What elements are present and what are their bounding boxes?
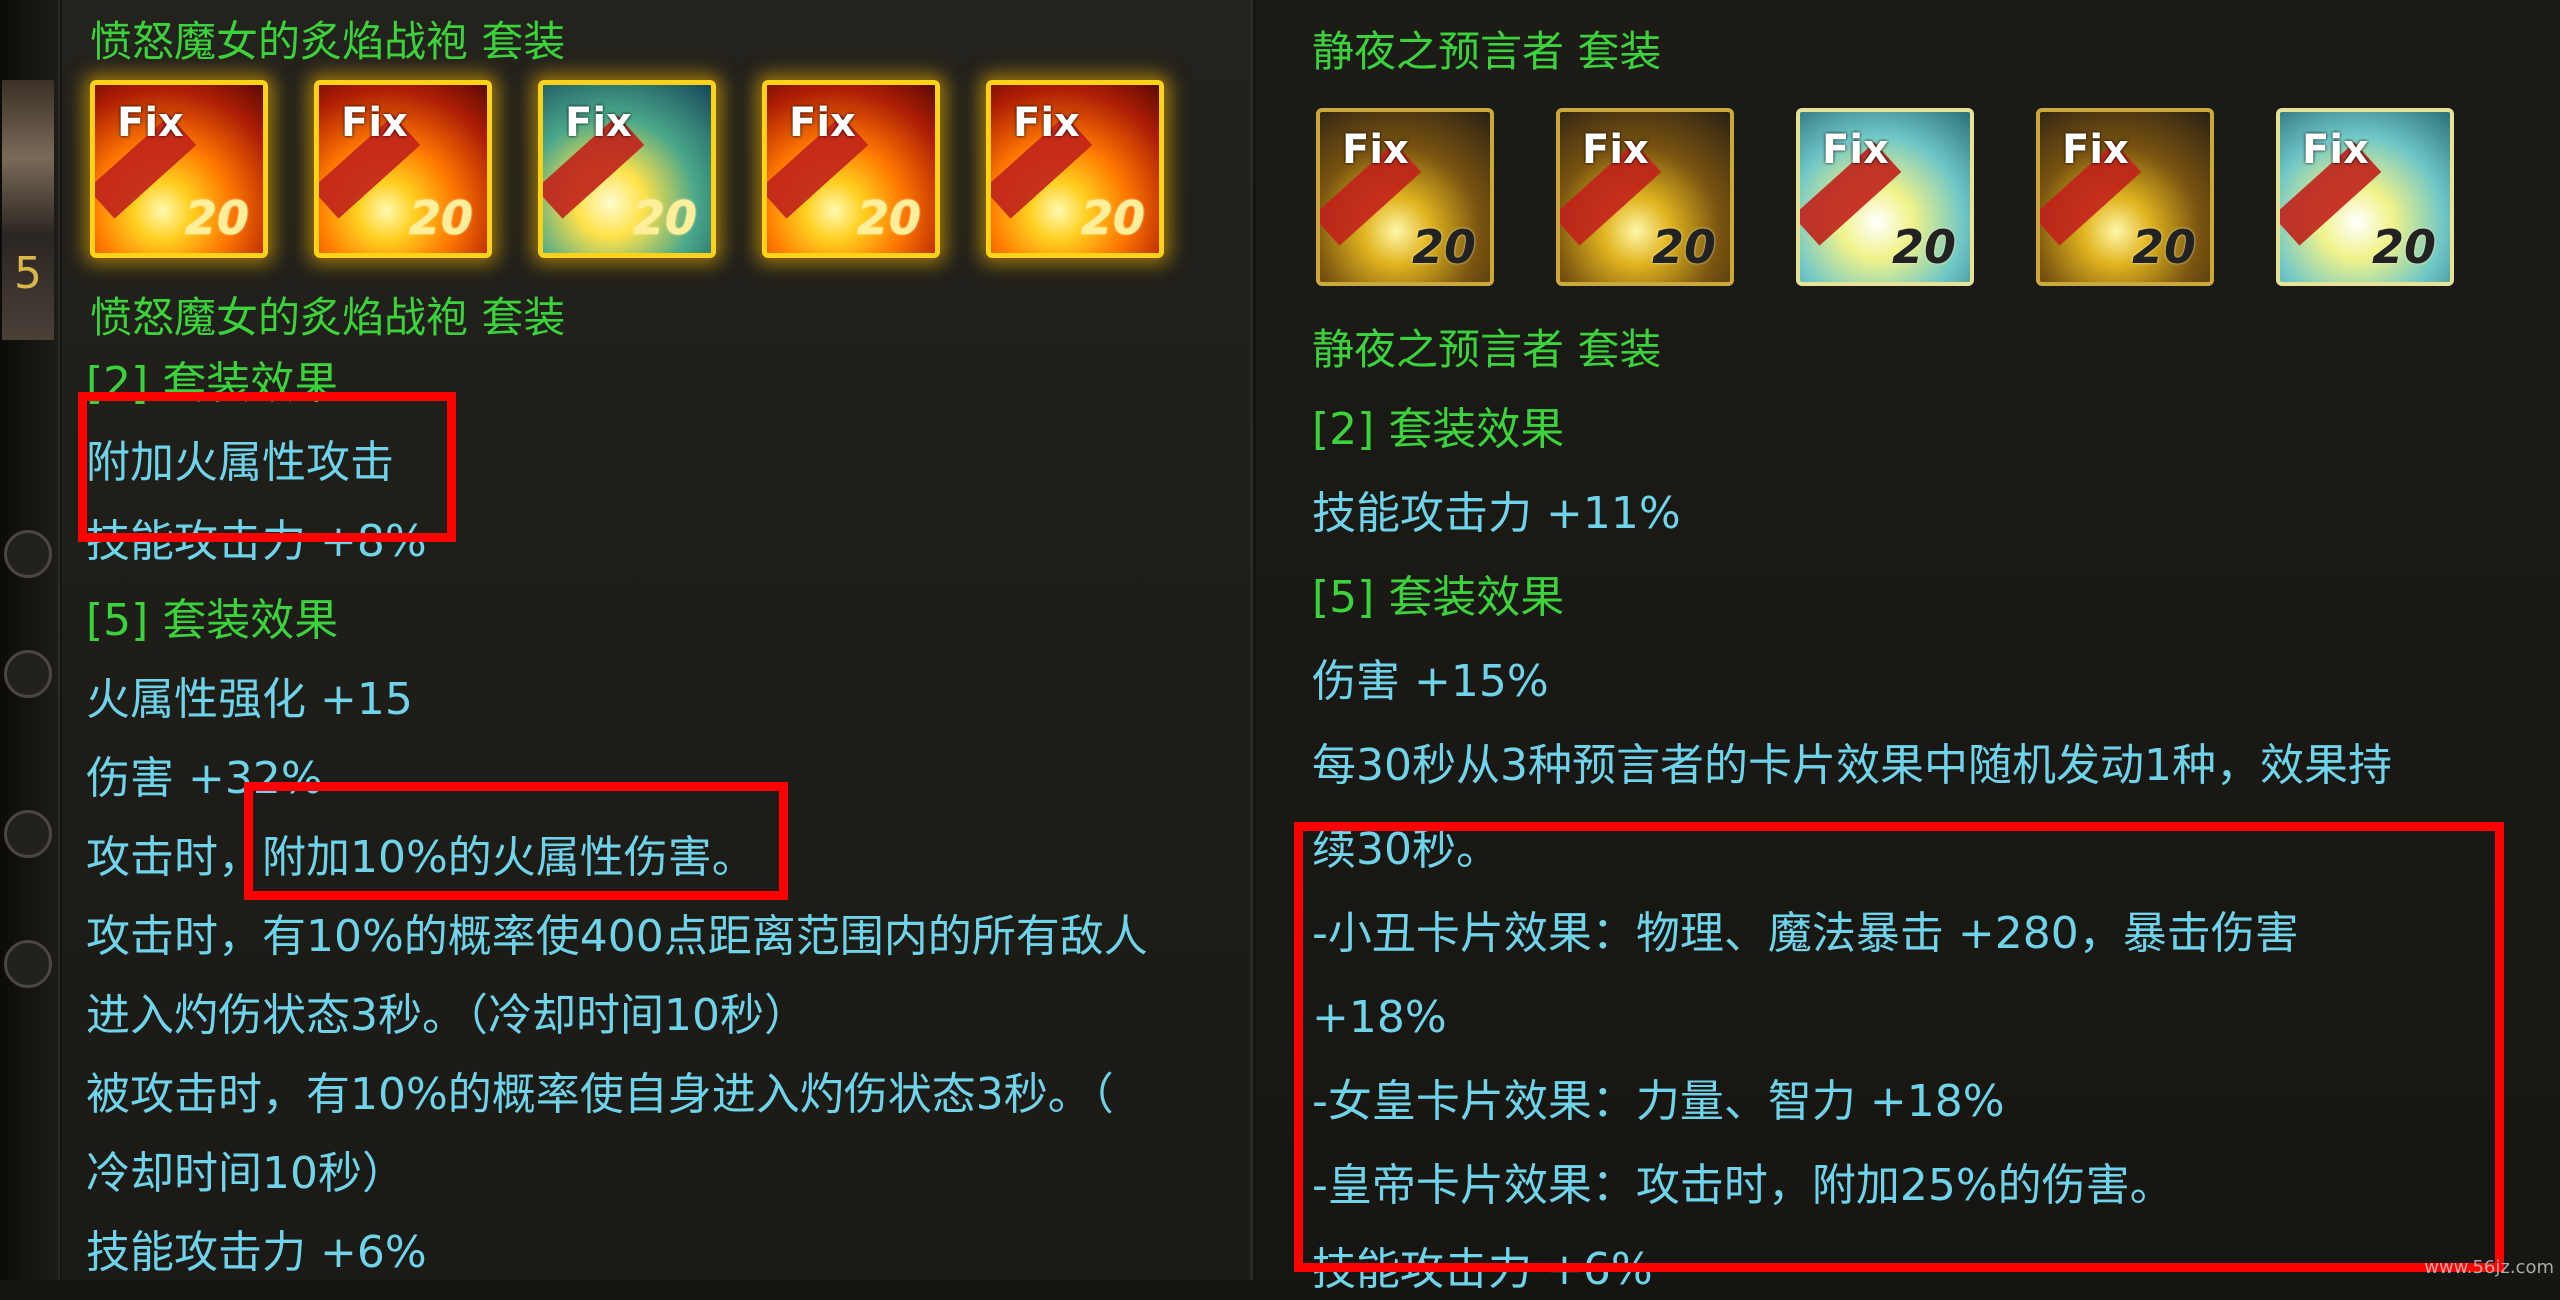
- effect-line: 火属性强化 +15: [86, 674, 413, 725]
- character-portrait[interactable]: [2, 80, 54, 340]
- highlight-box-fire-attack: [78, 392, 456, 542]
- effect-line: 伤害 +15%: [1312, 656, 1549, 707]
- sidebar-button[interactable]: [4, 650, 52, 698]
- effect-line: [5] 套装效果: [86, 595, 339, 646]
- card-tag: Fix: [341, 100, 408, 146]
- effect-line: 攻击时，有10%的概率使400点距离范围内的所有敌人: [86, 911, 1148, 962]
- card-level: 20: [184, 191, 249, 245]
- card-tag: Fix: [565, 100, 632, 146]
- card-level: 20: [1411, 220, 1476, 274]
- card-tag: Fix: [1013, 100, 1080, 146]
- card-tag: Fix: [2062, 127, 2129, 173]
- effect-line: 每30秒从3种预言者的卡片效果中随机发动1种，效果持: [1312, 740, 2392, 791]
- card-level: 20: [1651, 220, 1716, 274]
- sidebar-button[interactable]: [4, 810, 52, 858]
- set-title: 静夜之预言者 套装: [1312, 27, 1662, 76]
- highlight-box-fire-damage: [244, 782, 788, 900]
- item-card[interactable]: Fix 20: [1316, 108, 1494, 286]
- effect-line: 被攻击时，有10%的概率使自身进入灼伤状态3秒。（: [86, 1069, 1114, 1120]
- effect-line: [5] 套装效果: [1312, 572, 1565, 623]
- set-title: 愤怒魔女的炙焰战袍 套装: [90, 17, 566, 66]
- card-tag: Fix: [1342, 127, 1409, 173]
- card-level: 20: [2131, 220, 2196, 274]
- item-card[interactable]: Fix 20: [2276, 108, 2454, 286]
- item-card[interactable]: Fix 20: [538, 80, 716, 258]
- effect-line: [2] 套装效果: [1312, 404, 1565, 455]
- sidebar-button[interactable]: [4, 530, 52, 578]
- set-name: 愤怒魔女的炙焰战袍 套装: [90, 293, 566, 342]
- sidebar-button[interactable]: [4, 940, 52, 988]
- watermark: www.56jz.com: [2424, 1257, 2554, 1278]
- card-tag: Fix: [1582, 127, 1649, 173]
- card-level: 20: [1080, 191, 1145, 245]
- item-card[interactable]: Fix 20: [90, 80, 268, 258]
- effect-line: 技能攻击力 +6%: [86, 1227, 427, 1278]
- highlight-box-seer-effects: [1294, 822, 2504, 1272]
- card-tag: Fix: [789, 100, 856, 146]
- card-level: 20: [632, 191, 697, 245]
- item-card[interactable]: Fix 20: [762, 80, 940, 258]
- item-card[interactable]: Fix 20: [1796, 108, 1974, 286]
- item-card[interactable]: Fix 20: [1556, 108, 1734, 286]
- effect-line: 进入灼伤状态3秒。（冷却时间10秒）: [86, 990, 808, 1041]
- card-level: 20: [2371, 220, 2436, 274]
- set-name: 静夜之预言者 套装: [1312, 325, 1662, 374]
- character-sidebar: 5: [0, 0, 60, 1280]
- item-card[interactable]: Fix 20: [2036, 108, 2214, 286]
- card-tag: Fix: [1822, 127, 1889, 173]
- card-tag: Fix: [117, 100, 184, 146]
- item-card[interactable]: Fix 20: [986, 80, 1164, 258]
- effect-line: 冷却时间10秒）: [86, 1148, 406, 1199]
- left-set-tooltip: 愤怒魔女的炙焰战袍 套装 Fix 20 Fix 20 Fix 20 Fix 20 Fix 20 愤…: [62, 0, 1253, 1280]
- item-card[interactable]: Fix 20: [314, 80, 492, 258]
- level-digit: 5: [14, 248, 42, 299]
- card-level: 20: [408, 191, 473, 245]
- effect-line: 技能攻击力 +11%: [1312, 488, 1681, 539]
- card-level: 20: [856, 191, 921, 245]
- card-tag: Fix: [2302, 127, 2369, 173]
- card-level: 20: [1891, 220, 1956, 274]
